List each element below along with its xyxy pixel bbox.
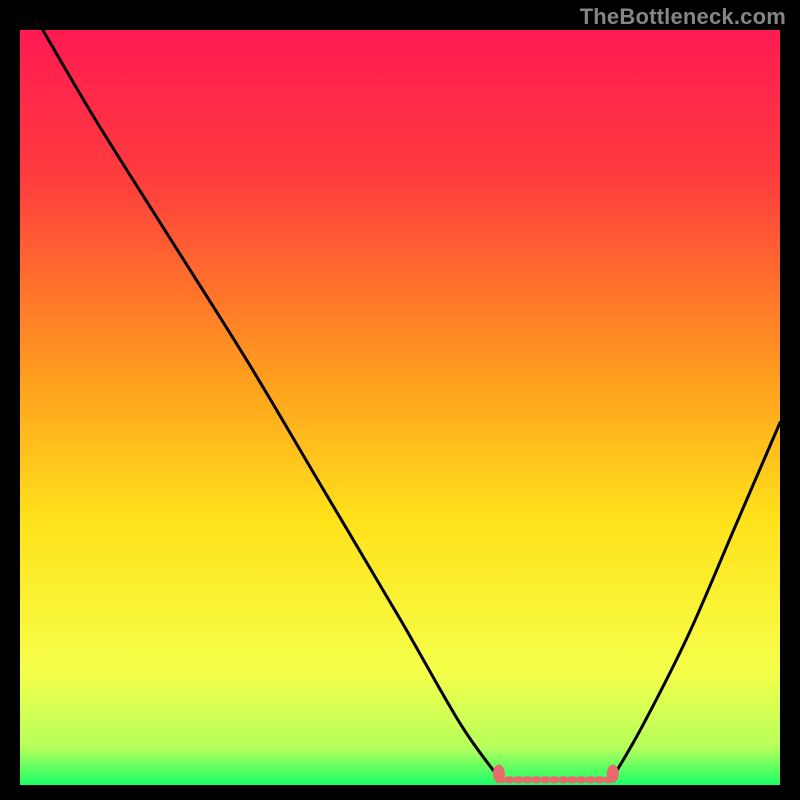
bottleneck-chart — [20, 30, 780, 785]
attribution-text: TheBottleneck.com — [580, 4, 786, 30]
gradient-background — [20, 30, 780, 785]
chart-frame — [20, 30, 780, 785]
curve-endpoint-marker-0 — [493, 765, 505, 783]
curve-endpoint-marker-1 — [607, 765, 619, 783]
